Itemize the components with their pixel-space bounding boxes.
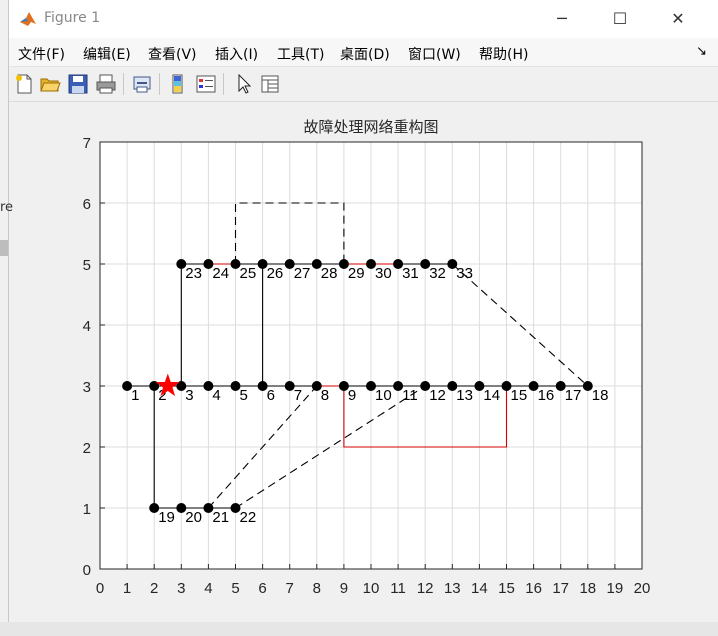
- node-label-3: 3: [185, 387, 193, 404]
- chart-title: 故障处理网络重构图: [303, 118, 438, 136]
- node-label-20: 20: [185, 509, 202, 526]
- x-tick-label: 19: [607, 580, 624, 597]
- x-tick-label: 1: [123, 580, 131, 597]
- node-label-29: 29: [348, 265, 365, 282]
- x-tick-label: 12: [417, 580, 434, 597]
- node-label-6: 6: [267, 387, 275, 404]
- node-label-30: 30: [375, 265, 392, 282]
- node-label-25: 25: [240, 265, 257, 282]
- node-label-7: 7: [294, 387, 302, 404]
- node-label-18: 18: [592, 387, 609, 404]
- x-tick-label: 7: [286, 580, 294, 597]
- node-label-33: 33: [456, 265, 473, 282]
- x-tick-label: 10: [363, 580, 380, 597]
- x-tick-label: 17: [552, 580, 569, 597]
- node-label-1: 1: [131, 387, 139, 404]
- x-tick-label: 8: [313, 580, 321, 597]
- node-label-4: 4: [212, 387, 220, 404]
- node-label-31: 31: [402, 265, 419, 282]
- node-label-14: 14: [483, 387, 500, 404]
- node-label-23: 23: [185, 265, 202, 282]
- x-tick-label: 11: [390, 580, 406, 597]
- x-tick-label: 9: [340, 580, 348, 597]
- node-label-12: 12: [429, 387, 446, 404]
- node-label-15: 15: [511, 387, 528, 404]
- y-tick-label: 5: [83, 257, 91, 274]
- node-label-32: 32: [429, 265, 446, 282]
- y-tick-label: 0: [83, 562, 91, 579]
- node-label-28: 28: [321, 265, 338, 282]
- y-tick-label: 1: [83, 501, 91, 518]
- x-tick-label: 18: [579, 580, 596, 597]
- y-tick-label: 6: [83, 196, 91, 213]
- x-tick-label: 13: [444, 580, 461, 597]
- y-tick-label: 2: [83, 440, 91, 457]
- x-tick-label: 2: [150, 580, 158, 597]
- chart-canvas: 1 2 3 4 5 6 7 8 9 10 11 12 13 14 15 16 17 1819 20 21 2223 24 2…: [83, 118, 651, 597]
- x-tick-label: 5: [231, 580, 239, 597]
- x-tick-label: 16: [525, 580, 542, 597]
- node-label-22: 22: [240, 509, 257, 526]
- node-label-8: 8: [321, 387, 329, 404]
- x-tick-label: 0: [96, 580, 104, 597]
- x-tick-label: 3: [177, 580, 185, 597]
- x-tick-label: 6: [258, 580, 266, 597]
- y-tick-label: 7: [83, 135, 91, 152]
- x-tick-label: 4: [204, 580, 212, 597]
- node-label-19: 19: [158, 509, 175, 526]
- node-label-13: 13: [456, 387, 473, 404]
- node-label-17: 17: [565, 387, 582, 404]
- node-label-10: 10: [375, 387, 392, 404]
- node-label-26: 26: [267, 265, 284, 282]
- node-label-5: 5: [240, 387, 248, 404]
- y-tick-label: 3: [83, 379, 91, 396]
- node-label-27: 27: [294, 265, 311, 282]
- x-tick-label: 15: [498, 580, 515, 597]
- y-tick-label: 4: [83, 318, 91, 335]
- x-tick-label: 20: [634, 580, 651, 597]
- node-label-11: 11: [402, 387, 418, 404]
- node-label-16: 16: [538, 387, 555, 404]
- x-tick-label: 14: [471, 580, 488, 597]
- node-label-9: 9: [348, 387, 356, 404]
- node-label-21: 21: [212, 509, 229, 526]
- node-label-24: 24: [212, 265, 229, 282]
